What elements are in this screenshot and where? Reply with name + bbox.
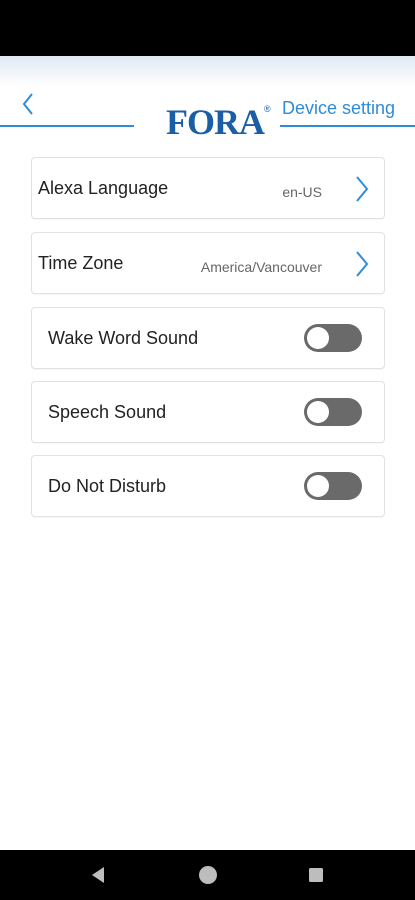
registered-mark: ® bbox=[264, 104, 271, 114]
wake-word-sound-toggle[interactable] bbox=[304, 324, 362, 352]
back-triangle-icon bbox=[92, 867, 104, 883]
row-label: Wake Word Sound bbox=[48, 328, 199, 348]
speech-sound-row: Speech Sound bbox=[31, 381, 385, 443]
time-zone-row[interactable]: Time Zone America/Vancouver bbox=[31, 232, 385, 294]
chevron-right-icon bbox=[352, 174, 372, 204]
app-header: FORA® Device setting bbox=[0, 56, 415, 146]
do-not-disturb-toggle[interactable] bbox=[304, 472, 362, 500]
status-bar bbox=[0, 0, 415, 56]
row-value: America/Vancouver bbox=[200, 259, 322, 275]
system-home-button[interactable] bbox=[196, 863, 220, 887]
toggle-knob bbox=[307, 475, 329, 497]
back-button[interactable] bbox=[14, 90, 44, 120]
row-value: en-US bbox=[282, 184, 322, 200]
row-label: Alexa Language bbox=[38, 178, 169, 198]
recents-square-icon bbox=[309, 868, 323, 882]
system-navigation-bar bbox=[0, 850, 415, 900]
header-underline-right bbox=[280, 125, 415, 127]
system-back-button[interactable] bbox=[87, 863, 111, 887]
fora-logo: FORA® bbox=[166, 102, 271, 142]
do-not-disturb-row: Do Not Disturb bbox=[31, 455, 385, 517]
row-label: Speech Sound bbox=[48, 402, 167, 422]
chevron-right-icon bbox=[352, 249, 372, 279]
row-label: Time Zone bbox=[38, 253, 124, 273]
speech-sound-toggle[interactable] bbox=[304, 398, 362, 426]
row-label: Do Not Disturb bbox=[48, 476, 167, 496]
toggle-knob bbox=[307, 327, 329, 349]
settings-list: Alexa Language en-US Time Zone America/V… bbox=[31, 157, 385, 529]
home-circle-icon bbox=[199, 866, 217, 884]
page-title: Device setting bbox=[282, 98, 396, 118]
system-recents-button[interactable] bbox=[304, 863, 328, 887]
toggle-knob bbox=[307, 401, 329, 423]
wake-word-sound-row: Wake Word Sound bbox=[31, 307, 385, 369]
header-underline-left bbox=[0, 125, 134, 127]
chevron-left-icon bbox=[22, 93, 33, 115]
logo-text: FORA bbox=[166, 102, 265, 142]
alexa-language-row[interactable]: Alexa Language en-US bbox=[31, 157, 385, 219]
